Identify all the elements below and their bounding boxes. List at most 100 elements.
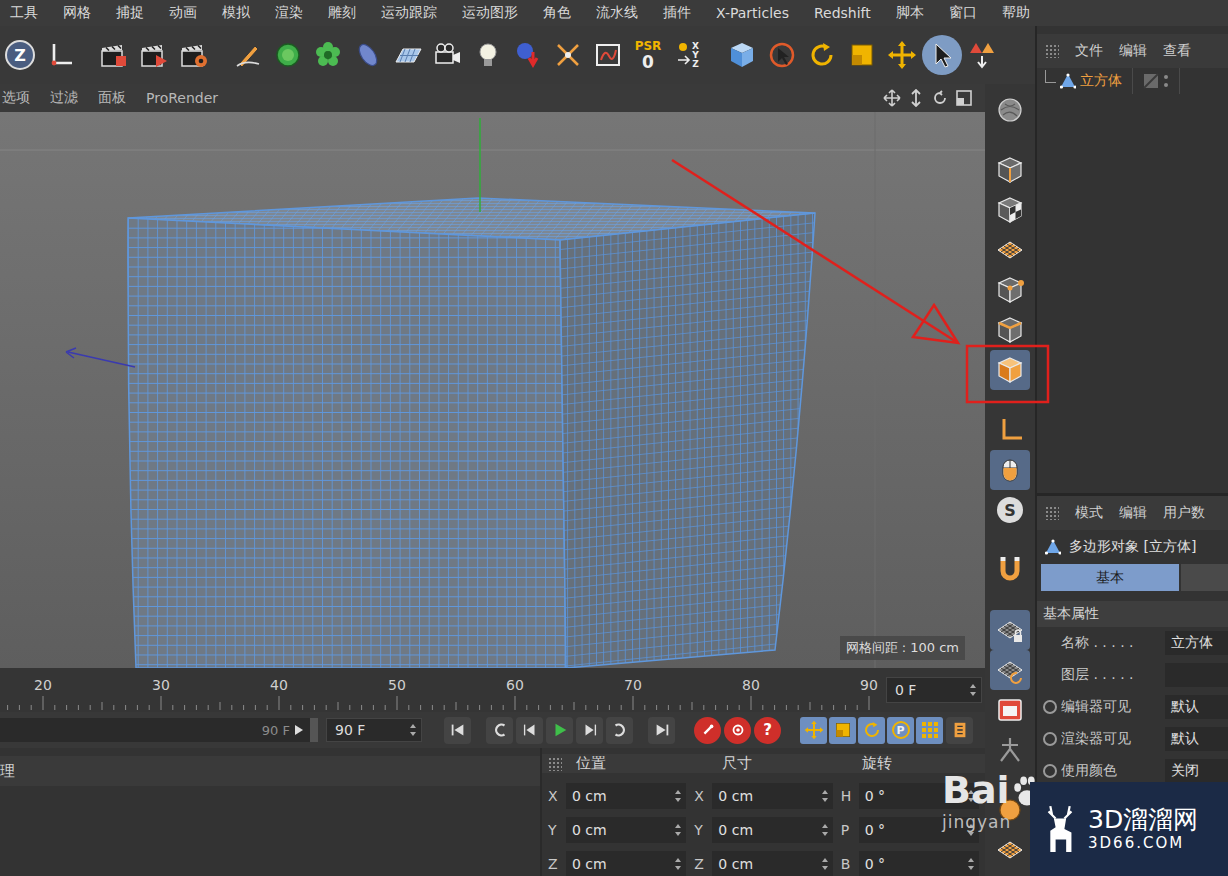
mode-button[interactable] (990, 90, 1030, 130)
object-row[interactable]: 立方体 (1037, 68, 1228, 94)
menu-item[interactable]: 捕捉 (116, 4, 144, 22)
frame-range-slider[interactable]: 90 F (0, 718, 318, 742)
toolbar-button[interactable] (882, 35, 922, 75)
mode-button[interactable]: S (990, 490, 1030, 530)
menu-item[interactable]: 网格 (63, 4, 91, 22)
toolbar-button[interactable] (802, 35, 842, 75)
menu-item[interactable]: 模拟 (222, 4, 250, 22)
mode-button[interactable] (990, 730, 1030, 770)
mode-button[interactable] (990, 790, 1030, 830)
viewport-canvas[interactable] (0, 112, 985, 668)
position-field[interactable]: 0 cm (566, 783, 686, 809)
menu-item[interactable]: 文件 (1075, 42, 1103, 60)
mode-button[interactable] (990, 350, 1030, 390)
spinner-icon[interactable] (821, 857, 829, 871)
menu-item[interactable]: 编辑 (1119, 42, 1147, 60)
visibility-dots-icon[interactable] (1163, 73, 1169, 89)
mode-button[interactable] (990, 830, 1030, 870)
toolbar-button[interactable] (174, 35, 214, 75)
toolbar-button[interactable] (962, 35, 1002, 75)
grip-icon[interactable] (548, 757, 562, 771)
mode-button[interactable] (990, 410, 1030, 450)
key-filter-button[interactable] (858, 717, 885, 744)
max-frame-field[interactable]: 90 F (326, 718, 422, 742)
toolbar-button[interactable]: Z (0, 35, 40, 75)
toolbar-button[interactable] (922, 35, 962, 75)
menu-item[interactable]: X-Particles (716, 5, 789, 21)
attribute-field[interactable]: 立方体 (1165, 631, 1228, 655)
toolbar-button[interactable] (388, 35, 428, 75)
orbit-icon[interactable] (931, 89, 949, 107)
mode-button[interactable] (990, 610, 1030, 650)
mode-button[interactable] (990, 190, 1030, 230)
spinner-icon[interactable] (967, 789, 975, 803)
toolbar-button[interactable] (348, 35, 388, 75)
key-button[interactable] (694, 717, 721, 744)
mode-button[interactable] (990, 450, 1030, 490)
menu-item[interactable]: 脚本 (896, 4, 924, 22)
toolbar-button[interactable] (134, 35, 174, 75)
key-filter-button[interactable] (829, 717, 856, 744)
size-field[interactable]: 0 cm (712, 817, 832, 843)
size-field[interactable]: 0 cm (712, 783, 832, 809)
go-to-end-button[interactable] (648, 717, 675, 744)
mode-button[interactable] (990, 270, 1030, 310)
attribute-field[interactable]: 关闭 (1165, 759, 1228, 783)
attribute-field[interactable] (1165, 663, 1228, 687)
toolbar-button[interactable] (308, 35, 348, 75)
spinner-icon[interactable] (674, 789, 682, 803)
zoom-icon[interactable] (907, 89, 925, 107)
timeline-button[interactable] (946, 717, 973, 744)
toolbar-button[interactable] (40, 35, 80, 75)
rotation-field[interactable]: 0 ° (859, 851, 979, 876)
timeline-ruler[interactable]: 2030405060708090 (0, 668, 880, 712)
menu-item[interactable]: 运动跟踪 (381, 4, 437, 22)
rotation-field[interactable]: 0 ° (859, 783, 979, 809)
mode-button[interactable] (990, 650, 1030, 690)
spinner-icon[interactable] (821, 789, 829, 803)
menu-item[interactable]: 查看 (1163, 42, 1191, 60)
menu-item[interactable]: 雕刻 (328, 4, 356, 22)
grip-icon[interactable] (1045, 44, 1059, 58)
menu-item[interactable]: Redshift (814, 5, 871, 21)
menu-item[interactable]: 帮助 (1002, 4, 1030, 22)
menu-item[interactable]: 流水线 (596, 4, 638, 22)
visibility-tag-icon[interactable] (1143, 73, 1159, 89)
key-filter-button[interactable] (800, 717, 827, 744)
next-key-button[interactable] (606, 717, 633, 744)
viewport-menu-item[interactable]: ProRender (146, 90, 218, 106)
menu-item[interactable]: 角色 (543, 4, 571, 22)
attribute-field[interactable]: 默认 (1165, 727, 1228, 751)
keyset-button[interactable]: ? (754, 717, 781, 744)
toolbar-button[interactable] (842, 35, 882, 75)
maximize-icon[interactable] (955, 89, 973, 107)
attribute-field[interactable]: 默认 (1165, 695, 1228, 719)
toolbar-button[interactable] (722, 35, 762, 75)
toolbar-button[interactable]: PSR 0 (628, 35, 668, 75)
toolbar-button[interactable] (268, 35, 308, 75)
spinner-icon[interactable] (674, 823, 682, 837)
menu-item[interactable]: 模式 (1075, 504, 1103, 522)
size-field[interactable]: 0 cm (712, 851, 832, 876)
toolbar-button[interactable] (588, 35, 628, 75)
attribute-tab[interactable]: 基本 (1041, 564, 1179, 591)
toolbar-button[interactable] (468, 35, 508, 75)
menu-item[interactable]: 动画 (169, 4, 197, 22)
pan-icon[interactable] (883, 89, 901, 107)
current-frame-field[interactable]: 0 F (886, 677, 982, 703)
viewport[interactable]: 网格间距 : 100 cm (0, 112, 985, 668)
menu-item[interactable]: 运动图形 (462, 4, 518, 22)
mode-button[interactable] (990, 550, 1030, 590)
toolbar-button[interactable] (428, 35, 468, 75)
mode-button[interactable] (990, 230, 1030, 270)
grip-icon[interactable] (1045, 506, 1059, 520)
menu-item[interactable]: 渲染 (275, 4, 303, 22)
key-filter-button[interactable] (916, 717, 943, 744)
position-field[interactable]: 0 cm (566, 851, 686, 876)
previous-frame-button[interactable] (516, 717, 543, 744)
toolbar-button[interactable] (94, 35, 134, 75)
spinner-icon[interactable] (967, 857, 975, 871)
go-to-start-button[interactable] (444, 717, 471, 744)
toolbar-button[interactable] (762, 35, 802, 75)
viewport-menu-item[interactable]: 选项 (2, 89, 30, 107)
